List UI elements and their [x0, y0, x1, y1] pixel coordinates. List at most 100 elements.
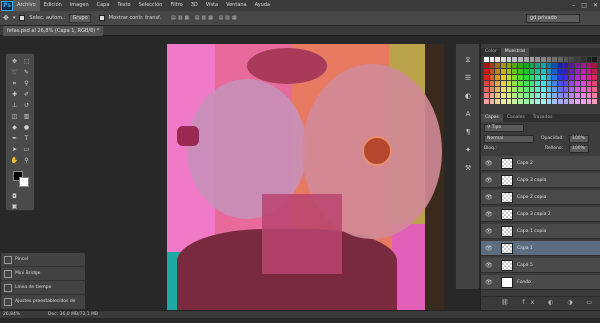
- swatch[interactable]: [586, 81, 592, 86]
- history-brush-icon[interactable]: ↺: [21, 101, 32, 110]
- swatch[interactable]: [575, 63, 580, 68]
- swatch[interactable]: [523, 99, 529, 104]
- swatch[interactable]: [586, 99, 592, 104]
- swatch[interactable]: [535, 69, 540, 74]
- swatch[interactable]: [501, 87, 506, 92]
- visibility-eye-icon[interactable]: 👁: [485, 262, 493, 269]
- swatch[interactable]: [523, 69, 529, 74]
- swatch[interactable]: [540, 69, 546, 74]
- swatch[interactable]: [563, 87, 569, 92]
- adjustments-panel-icon[interactable]: ◐: [462, 92, 474, 102]
- swatch[interactable]: [552, 99, 558, 104]
- swatch[interactable]: [495, 69, 501, 74]
- auto-select-dropdown[interactable]: Grupo: [69, 13, 91, 23]
- swatch[interactable]: [489, 87, 495, 92]
- tab-paths[interactable]: Trazados: [529, 114, 557, 122]
- swatch[interactable]: [501, 93, 506, 98]
- menu-filtro[interactable]: Filtro: [166, 0, 186, 11]
- swatch[interactable]: [569, 87, 575, 92]
- mini-panel-brush[interactable]: Pincel: [1, 253, 87, 267]
- swatch[interactable]: [552, 87, 558, 92]
- swatch[interactable]: [529, 63, 535, 68]
- swatch[interactable]: [529, 87, 535, 92]
- layer-row[interactable]: 👁 Capa 3 copia 2: [481, 207, 600, 222]
- menu-3d[interactable]: 3D: [187, 0, 202, 11]
- swatch[interactable]: [489, 69, 495, 74]
- layer-row[interactable]: 👁 Capa 1: [481, 241, 600, 256]
- swatch[interactable]: [501, 63, 506, 68]
- swatch[interactable]: [592, 87, 597, 92]
- crop-tool-icon[interactable]: ⌗: [9, 79, 20, 88]
- type-tool-icon[interactable]: T: [21, 134, 32, 143]
- maximize-icon[interactable]: □: [581, 2, 587, 9]
- swatch[interactable]: [529, 93, 535, 98]
- swatch[interactable]: [540, 75, 546, 80]
- eyedropper-tool-icon[interactable]: ⚲: [21, 79, 32, 88]
- swatch[interactable]: [558, 87, 563, 92]
- mini-panel-timeline[interactable]: Línea de tiempo: [1, 281, 87, 295]
- document-tab[interactable]: fefas.psd al 26,8% (Capa 1, RGB/8) *: [3, 26, 104, 36]
- swatch[interactable]: [523, 75, 529, 80]
- tab-swatches[interactable]: Muestras: [500, 48, 530, 56]
- swatch[interactable]: [484, 69, 489, 74]
- swatch[interactable]: [489, 63, 495, 68]
- eraser-tool-icon[interactable]: ◫: [9, 112, 20, 121]
- swatch[interactable]: [529, 75, 535, 80]
- workspace-dropdown[interactable]: gd privado: [526, 14, 580, 23]
- swatch[interactable]: [484, 63, 489, 68]
- menu-ventana[interactable]: Ventana: [222, 0, 251, 11]
- layer-row[interactable]: 👁 Fondo: [481, 275, 600, 290]
- opacity-field[interactable]: 100%: [569, 135, 589, 143]
- swatch[interactable]: [575, 99, 580, 104]
- swatch[interactable]: [575, 69, 580, 74]
- swatch[interactable]: [518, 57, 523, 62]
- swatch[interactable]: [506, 87, 512, 92]
- swatch[interactable]: [546, 93, 552, 98]
- swatch[interactable]: [506, 69, 512, 74]
- swatch[interactable]: [512, 69, 518, 74]
- swatch[interactable]: [569, 99, 575, 104]
- swatch[interactable]: [518, 87, 523, 92]
- layer-row[interactable]: 👁 Capa 5: [481, 258, 600, 273]
- character-panel-icon[interactable]: A: [462, 110, 474, 120]
- swatch[interactable]: [506, 75, 512, 80]
- swatch[interactable]: [575, 87, 580, 92]
- swatch[interactable]: [506, 81, 512, 86]
- swatch[interactable]: [529, 69, 535, 74]
- paragraph-panel-icon[interactable]: ¶: [462, 128, 474, 138]
- tool-preset-chevron-icon[interactable]: ▾: [13, 15, 16, 21]
- menu-texto[interactable]: Texto: [113, 0, 134, 11]
- swatch[interactable]: [580, 63, 586, 68]
- swatch[interactable]: [518, 93, 523, 98]
- swatch[interactable]: [518, 99, 523, 104]
- swatch[interactable]: [580, 87, 586, 92]
- layer-row[interactable]: 👁 Capa 2: [481, 156, 600, 171]
- swatch[interactable]: [523, 57, 529, 62]
- swatch[interactable]: [501, 75, 506, 80]
- menu-seleccion[interactable]: Selección: [135, 0, 167, 11]
- swatch[interactable]: [535, 75, 540, 80]
- swatch[interactable]: [569, 69, 575, 74]
- move-tool-icon[interactable]: ✥: [3, 14, 9, 22]
- swatch[interactable]: [501, 81, 506, 86]
- visibility-eye-icon[interactable]: 👁: [485, 177, 493, 184]
- swatch[interactable]: [563, 57, 569, 62]
- swatch[interactable]: [575, 57, 580, 62]
- swatch[interactable]: [552, 93, 558, 98]
- swatch[interactable]: [535, 81, 540, 86]
- swatch[interactable]: [484, 57, 489, 62]
- swatch[interactable]: [580, 93, 586, 98]
- swatch[interactable]: [540, 57, 546, 62]
- swatch[interactable]: [580, 81, 586, 86]
- swatch[interactable]: [580, 99, 586, 104]
- marquee-tool-icon[interactable]: ⬚: [21, 57, 32, 66]
- layer-row[interactable]: 👁 Capa 3 copia: [481, 173, 600, 188]
- tab-layers[interactable]: Capas: [481, 114, 503, 122]
- swatch[interactable]: [512, 75, 518, 80]
- menu-vista[interactable]: Vista: [202, 0, 222, 11]
- stamp-tool-icon[interactable]: ⊥: [9, 101, 20, 110]
- swatch[interactable]: [563, 63, 569, 68]
- swatch[interactable]: [569, 75, 575, 80]
- document-canvas[interactable]: [167, 44, 444, 310]
- swatch[interactable]: [495, 57, 501, 62]
